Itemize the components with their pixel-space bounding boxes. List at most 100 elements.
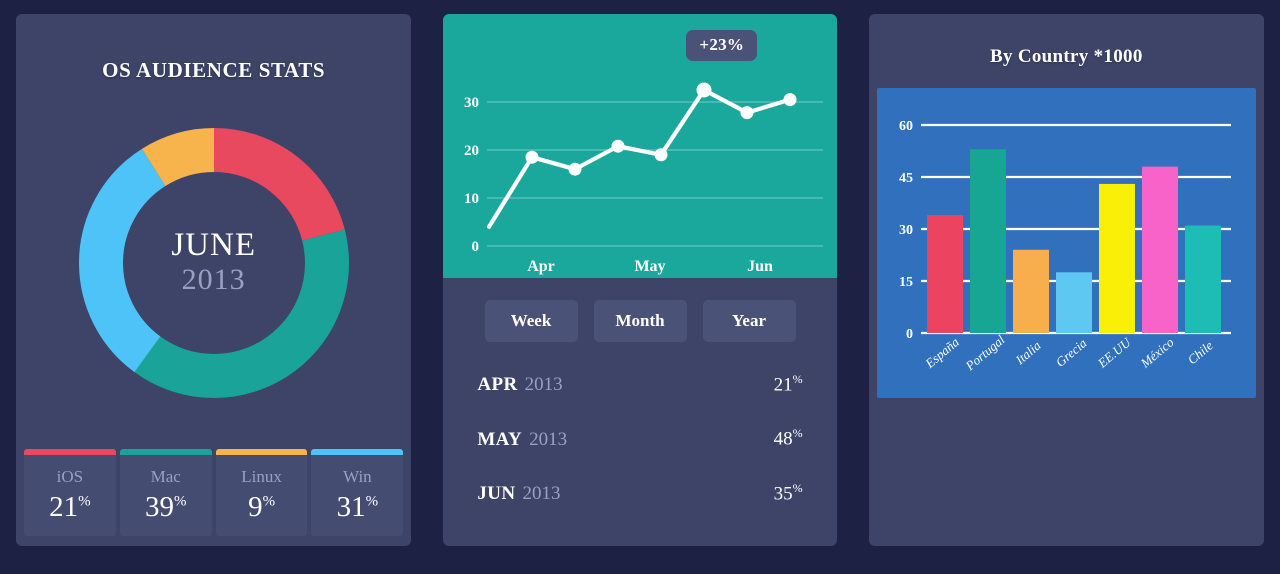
- bar-label-chile: Chile: [1184, 338, 1215, 368]
- line-point-3: [611, 139, 625, 153]
- bar-chart-container: 60 45 30 15 0 España Portugal Italia Gre…: [876, 88, 1256, 398]
- bar-label-portugal: Portugal: [961, 332, 1007, 374]
- os-audience-panel: OS AUDIENCE STATS JUNE 2013 iOS 21% Mac …: [16, 14, 412, 546]
- month-value-apr: 21%: [774, 372, 803, 396]
- legend-item-win[interactable]: Win 31%: [311, 449, 404, 536]
- bar-mexico[interactable]: [1141, 166, 1178, 333]
- month-year-may: 2013: [529, 428, 568, 450]
- line-point-1: [525, 150, 539, 164]
- legend-number-win: 31: [336, 491, 366, 523]
- legend-value-ios: 21%: [24, 491, 116, 524]
- svg-text:10: 10: [464, 191, 479, 207]
- month-year-apr: 2013: [524, 374, 563, 396]
- month-number-jun: 35: [773, 482, 793, 504]
- legend-label-linux: Linux: [241, 467, 282, 486]
- line-chart-gridlines: [487, 101, 824, 247]
- month-stat-row-apr[interactable]: APR 2013 21%: [477, 372, 802, 396]
- bar-grecia[interactable]: [1055, 272, 1092, 333]
- legend-label-mac: Mac: [150, 467, 181, 486]
- bar-label-grecia: Grecia: [1052, 335, 1089, 370]
- month-value-may: 48%: [774, 426, 803, 450]
- legend-color-swatch-linux: [215, 449, 308, 455]
- line-chart-x-axis: Apr May Jun: [528, 258, 774, 275]
- bar-label-espana: España: [921, 334, 962, 372]
- month-percent-apr: %: [792, 372, 803, 386]
- legend-number-linux: 9: [248, 491, 263, 523]
- legend-percent-mac: %: [173, 493, 187, 510]
- month-stat-label-may: MAY 2013: [477, 429, 567, 451]
- svg-text:45: 45: [899, 171, 913, 186]
- month-percent-may: %: [792, 426, 803, 441]
- line-point-7: [783, 93, 797, 107]
- bar-label-mexico: México: [1137, 334, 1177, 371]
- svg-text:20: 20: [464, 143, 479, 159]
- month-stat-label-jun: JUN 2013: [477, 483, 560, 505]
- bar-chile[interactable]: [1184, 225, 1221, 334]
- month-value-jun: 35%: [774, 481, 803, 505]
- legend-percent-ios: %: [78, 493, 91, 510]
- legend-item-linux[interactable]: Linux 9%: [215, 449, 308, 536]
- range-selector: Week Month Year: [465, 300, 814, 342]
- legend-item-mac[interactable]: Mac 39%: [119, 449, 212, 536]
- legend-value-linux: 9%: [216, 491, 308, 524]
- svg-text:Apr: Apr: [528, 258, 556, 275]
- line-chart-points: [525, 82, 797, 176]
- month-name-jun: JUN: [477, 482, 516, 504]
- line-point-2: [568, 162, 582, 176]
- dashboard-root: OS AUDIENCE STATS JUNE 2013 iOS 21% Mac …: [0, 0, 1280, 574]
- bar-chart-svg: 60 45 30 15 0 España Portugal Italia Gre…: [899, 119, 1231, 374]
- line-chart-svg: 30 20 10 0 Apr May Jun: [464, 82, 824, 275]
- legend-percent-linux: %: [262, 493, 276, 510]
- legend-item-ios[interactable]: iOS 21%: [24, 449, 116, 536]
- svg-text:May: May: [635, 258, 666, 275]
- legend-label-ios: iOS: [56, 467, 84, 486]
- bar-portugal[interactable]: [969, 149, 1006, 333]
- bar-chart-y-axis: 60 45 30 15 0: [899, 119, 913, 342]
- bar-espana[interactable]: [926, 215, 963, 333]
- legend-percent-win: %: [365, 493, 379, 510]
- month-stat-row-jun[interactable]: JUN 2013 35%: [477, 481, 802, 505]
- bar-label-italia: Italia: [1011, 337, 1043, 368]
- svg-text:Jun: Jun: [747, 258, 773, 275]
- month-year-jun: 2013: [522, 482, 561, 504]
- legend-color-swatch-ios: [24, 449, 116, 455]
- month-name-apr: APR: [477, 374, 518, 396]
- donut-chart: JUNE 2013: [74, 123, 354, 403]
- legend-value-win: 31%: [311, 491, 403, 524]
- month-stat-row-may[interactable]: MAY 2013 48%: [477, 426, 802, 450]
- country-panel: By Country *1000 60 45 30 15 0 España Po…: [868, 14, 1264, 546]
- range-button-month[interactable]: Month: [593, 300, 687, 342]
- country-panel-title: By Country *1000: [990, 46, 1143, 67]
- month-number-may: 48: [773, 428, 793, 450]
- svg-text:60: 60: [899, 119, 913, 134]
- bar-italia[interactable]: [1012, 249, 1049, 333]
- legend-color-swatch-mac: [119, 449, 212, 455]
- range-button-year[interactable]: Year: [702, 300, 796, 342]
- svg-text:0: 0: [472, 239, 480, 255]
- bar-eeuu[interactable]: [1098, 183, 1135, 333]
- month-percent-jun: %: [792, 480, 803, 495]
- trend-lower-section: Week Month Year APR 2013 21% MAY 2013 48% …: [443, 278, 836, 546]
- legend-number-ios: 21: [49, 491, 79, 523]
- trend-panel: +23% 30 20 10 0 Apr May Jun Week Month Y…: [443, 14, 837, 546]
- month-stat-label-apr: APR 2013: [477, 374, 562, 396]
- month-stats-list: APR 2013 21% MAY 2013 48% JUN 2013 35%: [465, 372, 814, 505]
- svg-text:15: 15: [899, 275, 913, 290]
- legend-value-mac: 39%: [120, 491, 212, 524]
- line-point-4: [654, 148, 668, 162]
- range-button-week[interactable]: Week: [484, 300, 578, 342]
- legend-label-win: Win: [343, 467, 372, 486]
- line-chart-y-axis: 30 20 10 0: [464, 95, 479, 255]
- bar-label-eeuu: EE.UU: [1094, 334, 1135, 372]
- legend-number-mac: 39: [144, 491, 174, 523]
- line-point-6: [740, 106, 754, 120]
- month-number-apr: 21: [773, 374, 793, 396]
- line-point-5: [696, 82, 712, 98]
- svg-text:0: 0: [906, 327, 913, 342]
- line-chart-container: +23% 30 20 10 0 Apr May Jun: [443, 14, 837, 278]
- os-legend: iOS 21% Mac 39% Linux 9% Win 31%: [16, 449, 411, 546]
- svg-text:30: 30: [464, 95, 479, 111]
- legend-color-swatch-win: [311, 449, 404, 455]
- donut-chart-svg: [78, 128, 349, 398]
- month-name-may: MAY: [477, 428, 523, 450]
